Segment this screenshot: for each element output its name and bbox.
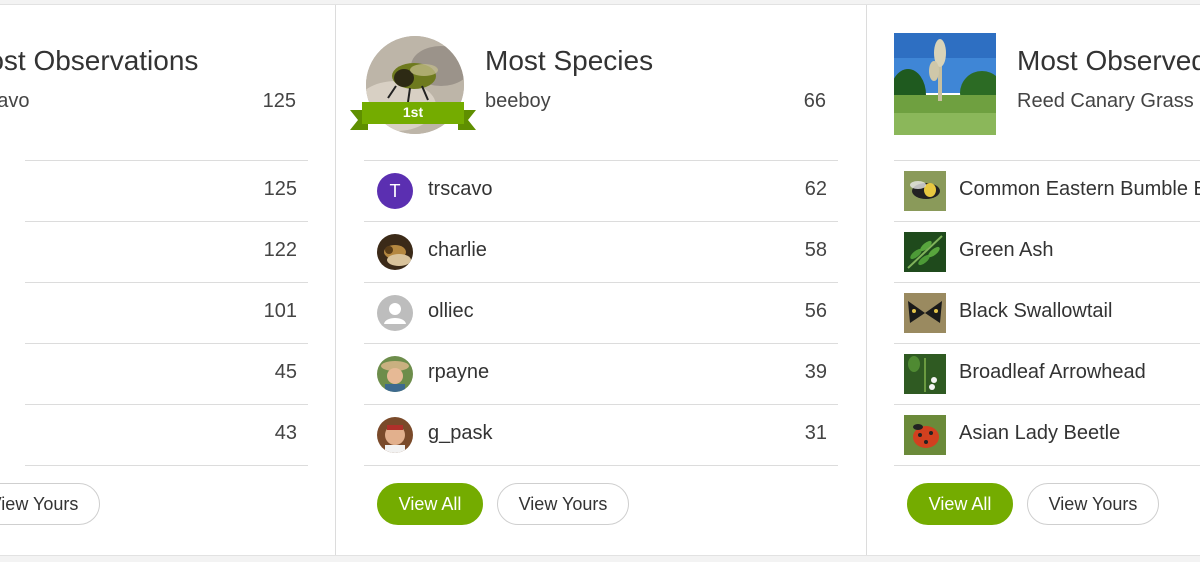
observation-count: 122: [263, 239, 297, 261]
leaf-icon: [904, 232, 946, 272]
top-species-name[interactable]: Reed Canary Grass: [1017, 90, 1194, 113]
list-item[interactable]: Asian Lady Beetle: [894, 404, 1200, 466]
bumble-bee-icon: [904, 171, 946, 211]
view-yours-button[interactable]: View Yours: [497, 483, 629, 525]
species-thumbnail[interactable]: [904, 171, 946, 211]
view-yours-button[interactable]: View Yours: [1027, 483, 1159, 525]
species-thumbnail[interactable]: [904, 293, 946, 333]
list-item[interactable]: 43: [25, 404, 308, 466]
most-observations-column: Most Observations trscavo 125 125 122 10…: [0, 5, 335, 555]
avatar[interactable]: [377, 295, 413, 331]
most-observed-species-column: Most Observed Species Reed Canary Grass …: [867, 5, 1200, 555]
default-user-icon: [384, 303, 406, 324]
list-item[interactable]: Green Ash: [894, 221, 1200, 282]
list-item[interactable]: 101: [25, 282, 308, 343]
column-title: Most Observations: [0, 45, 199, 76]
list-item[interactable]: 122: [25, 221, 308, 282]
top-user-count: 125: [262, 90, 296, 112]
arrowhead-plant-icon: [904, 354, 946, 394]
user-name[interactable]: g_pask: [428, 422, 493, 445]
avatar[interactable]: [377, 417, 413, 453]
top-user-count: 66: [803, 90, 826, 112]
list-item[interactable]: 125: [25, 160, 308, 221]
species-name[interactable]: Common Eastern Bumble Bee: [959, 178, 1200, 201]
list-item[interactable]: g_pask 31: [364, 404, 838, 466]
species-name[interactable]: Black Swallowtail: [959, 300, 1112, 323]
species-thumbnail[interactable]: [904, 354, 946, 394]
list-item[interactable]: Broadleaf Arrowhead: [894, 343, 1200, 404]
species-thumbnail[interactable]: [904, 232, 946, 272]
observation-count: 101: [263, 300, 297, 322]
list-item[interactable]: Black Swallowtail: [894, 282, 1200, 343]
column-title: Most Observed Species: [1017, 45, 1200, 76]
butterfly-icon: [904, 293, 946, 333]
user-name[interactable]: charlie: [428, 239, 487, 262]
list-item[interactable]: olliec 56: [364, 282, 838, 343]
avatar[interactable]: [377, 356, 413, 392]
user-name[interactable]: rpayne: [428, 361, 489, 384]
list-item[interactable]: 45: [25, 343, 308, 404]
species-count: 58: [804, 239, 827, 261]
species-count: 62: [804, 178, 827, 200]
species-count: 31: [804, 422, 827, 444]
species-count: 39: [804, 361, 827, 383]
avatar[interactable]: T: [377, 173, 413, 209]
observation-count: 125: [263, 178, 297, 200]
person-avatar-icon: [377, 417, 413, 453]
view-all-button[interactable]: View All: [377, 483, 483, 525]
species-name[interactable]: Broadleaf Arrowhead: [959, 361, 1146, 384]
leaderboard-panel: Most Observations trscavo 125 125 122 10…: [0, 4, 1200, 556]
lady-beetle-icon: [904, 415, 946, 455]
list-item[interactable]: Common Eastern Bumble Bee: [894, 160, 1200, 221]
species-name[interactable]: Asian Lady Beetle: [959, 422, 1120, 445]
species-thumbnail[interactable]: [904, 415, 946, 455]
most-species-column: 1st Most Species beeboy 66 T trscavo 62: [336, 5, 866, 555]
species-list: Common Eastern Bumble Bee Green Ash: [894, 160, 1200, 466]
list-item[interactable]: charlie 58: [364, 221, 838, 282]
view-yours-button[interactable]: View Yours: [0, 483, 100, 525]
ribbon-label: 1st: [402, 104, 424, 120]
species-name[interactable]: Green Ash: [959, 239, 1054, 262]
avatar[interactable]: [377, 234, 413, 270]
top-user-name[interactable]: beeboy: [485, 90, 551, 113]
leaderboard-list: T trscavo 62 charlie 58 olliec 56 rpayne…: [364, 160, 838, 466]
observation-count: 43: [274, 422, 297, 444]
user-name[interactable]: olliec: [428, 300, 474, 323]
observation-count: 45: [274, 361, 297, 383]
list-item[interactable]: T trscavo 62: [364, 160, 838, 221]
species-count: 56: [804, 300, 827, 322]
column-title: Most Species: [485, 45, 654, 76]
top-user-name[interactable]: trscavo: [0, 90, 29, 113]
grass-photo-icon: [894, 33, 996, 135]
person-avatar-icon: [377, 356, 413, 392]
user-name[interactable]: trscavo: [428, 178, 492, 201]
leaderboard-list: 125 122 101 45 43: [25, 160, 308, 466]
view-all-button[interactable]: View All: [907, 483, 1013, 525]
top-species-photo[interactable]: [894, 33, 996, 135]
list-item[interactable]: rpayne 39: [364, 343, 838, 404]
insect-avatar-icon: [377, 234, 413, 270]
